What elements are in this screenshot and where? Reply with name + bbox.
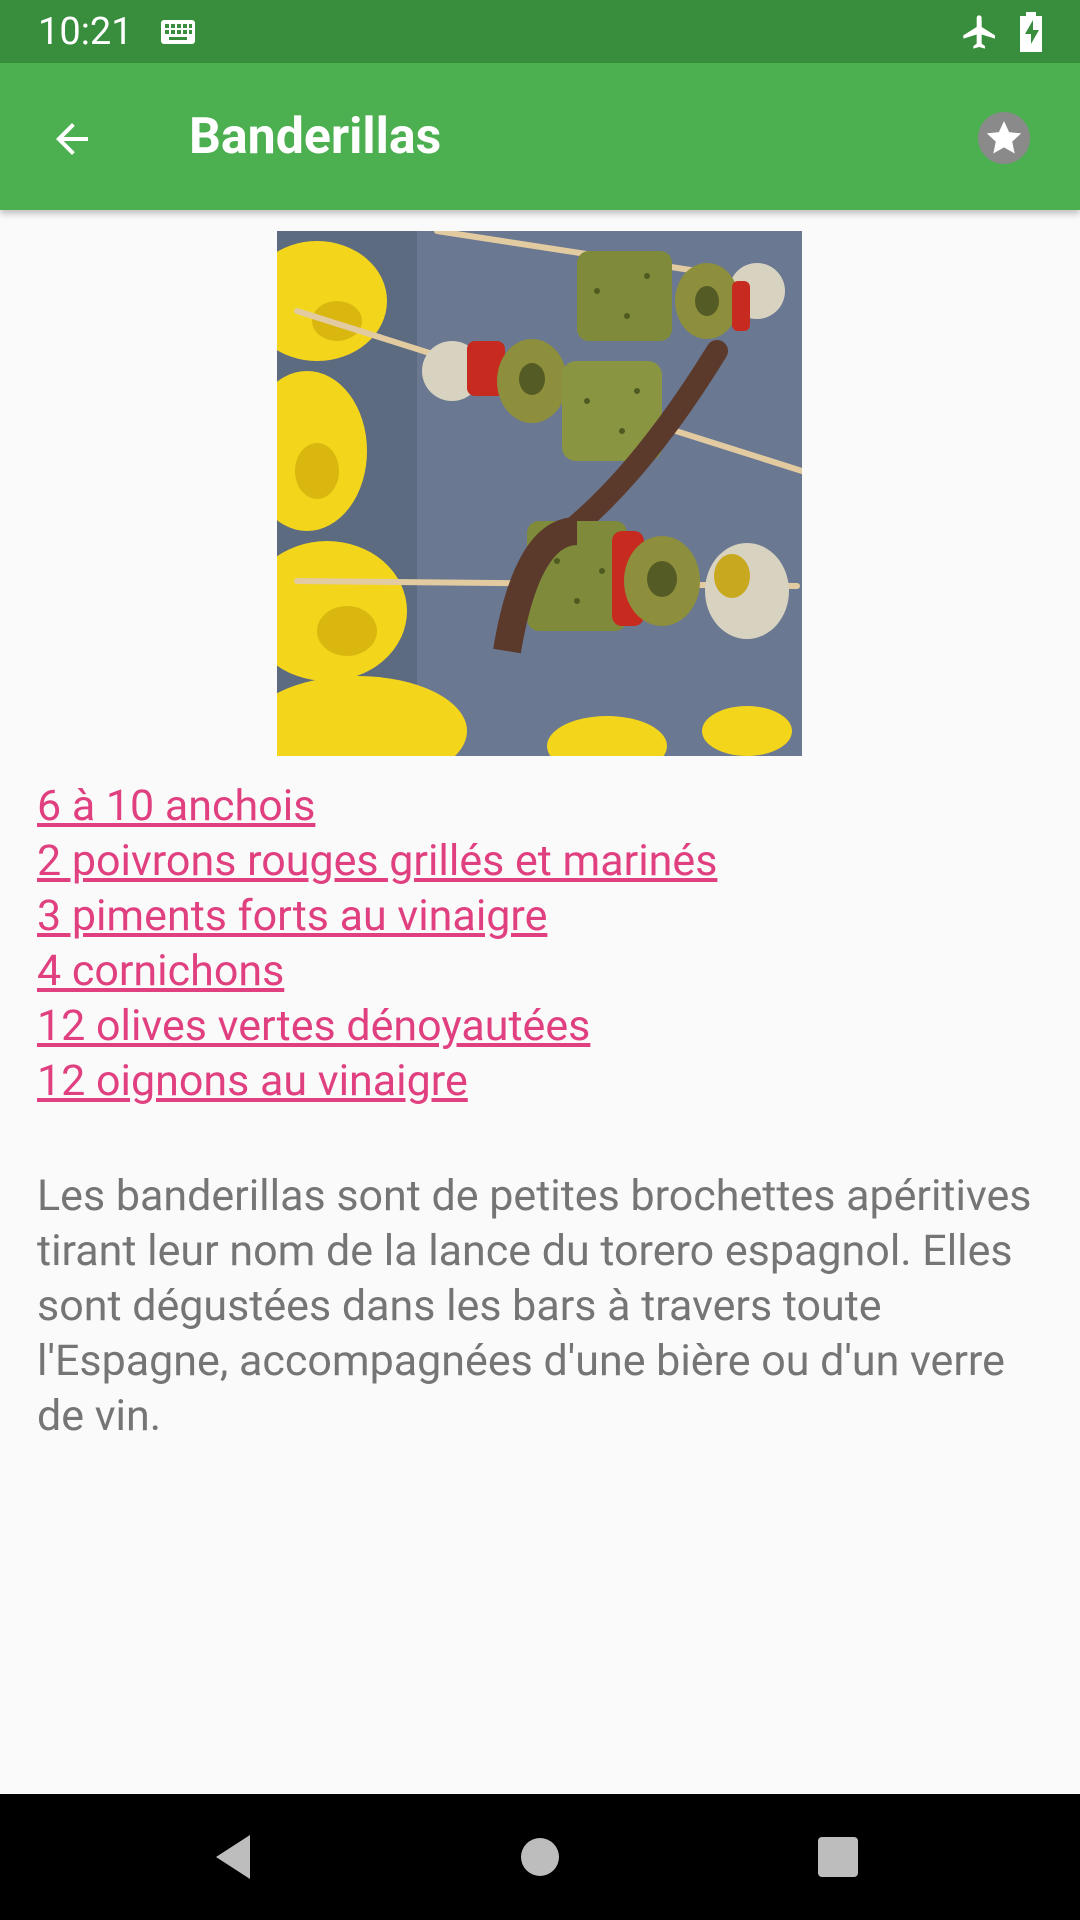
ingredient-link[interactable]: 12 olives vertes dénoyautées	[37, 999, 1047, 1054]
battery-charging-icon	[1020, 12, 1042, 52]
home-circle-icon[interactable]	[510, 1827, 570, 1887]
status-bar: 10:21	[0, 0, 1080, 63]
screen: 10:21 Banderillas 6 à 10 anchois 2 poivr…	[0, 0, 1080, 1920]
airplane-icon	[963, 15, 995, 49]
ingredient-link[interactable]: 12 oignons au vinaigre	[37, 1054, 1047, 1109]
keyboard-icon	[161, 20, 195, 44]
favorite-button[interactable]	[972, 106, 1036, 170]
page-title: Banderillas	[189, 108, 442, 166]
ingredients-list: 6 à 10 anchois 2 poivrons rouges grillés…	[37, 779, 1047, 1109]
ingredient-link[interactable]: 4 cornichons	[37, 944, 1047, 999]
recipe-photo	[277, 231, 802, 756]
recipe-description: Les banderillas sont de petites brochett…	[37, 1171, 1032, 1441]
back-triangle-icon[interactable]	[208, 1827, 268, 1887]
status-time: 10:21	[38, 10, 133, 54]
recents-square-icon[interactable]	[808, 1827, 868, 1887]
system-nav-bar	[0, 1794, 1080, 1920]
recipe-content: 6 à 10 anchois 2 poivrons rouges grillés…	[0, 210, 1080, 1794]
back-button[interactable]	[36, 103, 108, 175]
ingredient-link[interactable]: 2 poivrons rouges grillés et marinés	[37, 834, 1047, 889]
ingredient-link[interactable]: 3 piments forts au vinaigre	[37, 889, 1047, 944]
banderillas-skewers-photo	[277, 231, 802, 756]
ingredient-link[interactable]: 6 à 10 anchois	[37, 779, 1047, 834]
app-bar: Banderillas	[0, 63, 1080, 210]
arrow-back-icon	[56, 123, 88, 155]
star-icon	[978, 112, 1030, 164]
